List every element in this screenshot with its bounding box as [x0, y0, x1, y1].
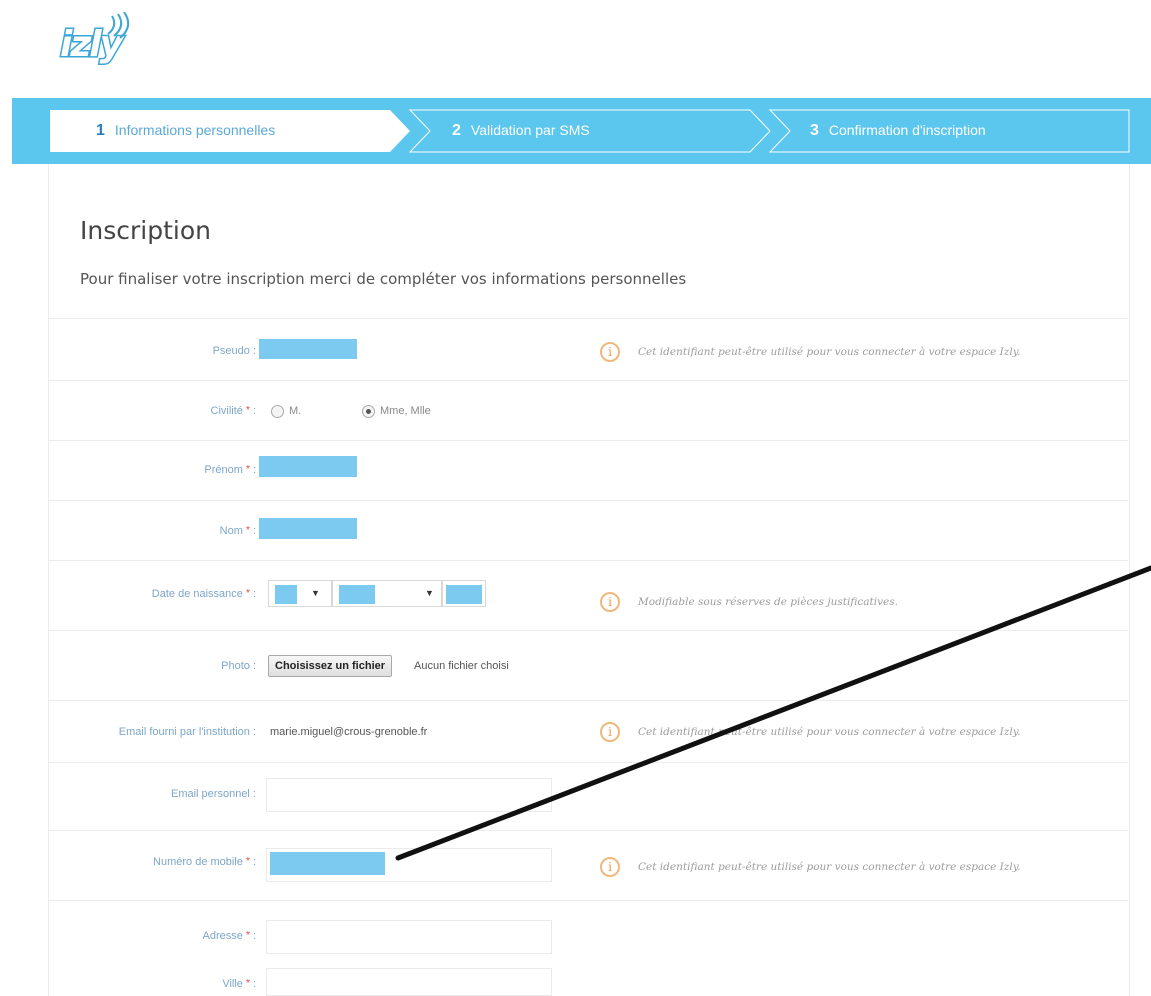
- email-institution-label: Email fourni par l'institution :: [118, 726, 256, 738]
- prenom-label: Prénom * :: [204, 464, 256, 476]
- photo-label: Photo :: [221, 660, 256, 672]
- prenom-field-redacted[interactable]: [259, 456, 357, 477]
- file-status: Aucun fichier choisi: [414, 660, 509, 672]
- email-institution-hint: Cet identifiant peut-être utilisé pour v…: [638, 726, 1021, 738]
- step-1: 1 Informations personnelles: [96, 122, 275, 140]
- step-2: 2 Validation par SMS: [452, 122, 590, 140]
- pseudo-label: Pseudo :: [212, 345, 256, 357]
- birth-hint: Modifiable sous réserves de pièces justi…: [638, 596, 898, 608]
- row-divider: [48, 380, 1128, 381]
- row-divider: [48, 440, 1128, 441]
- civilite-label-text: Civilité: [210, 405, 243, 417]
- nom-field-redacted[interactable]: [259, 518, 357, 539]
- wireless-waves-icon: [107, 12, 130, 39]
- row-divider: [48, 318, 1128, 319]
- row-divider: [48, 700, 1128, 701]
- mobile-label: Numéro de mobile * :: [153, 856, 256, 868]
- nom-label-text: Nom: [219, 525, 243, 537]
- page-title: Inscription: [80, 216, 211, 245]
- label-colon: :: [252, 525, 256, 537]
- civilite-mme-label: Mme, Mlle: [380, 405, 431, 417]
- required-mark: *: [245, 978, 250, 989]
- email-personal-label: Email personnel :: [171, 788, 256, 800]
- page-subtitle: Pour finaliser votre inscription merci d…: [80, 270, 687, 288]
- izly-logo[interactable]: izly: [58, 12, 140, 82]
- row-divider: [48, 830, 1128, 831]
- row-divider: [48, 560, 1128, 561]
- ville-label: Ville * :: [222, 978, 256, 990]
- email-personal-input[interactable]: [266, 778, 552, 812]
- ville-input[interactable]: [266, 968, 552, 996]
- birth-month-redacted: [339, 585, 375, 604]
- label-colon: :: [252, 588, 256, 600]
- info-icon: i: [600, 722, 620, 742]
- birth-label: Date de naissance * :: [152, 588, 256, 600]
- required-mark: *: [245, 525, 250, 536]
- mobile-hint: Cet identifiant peut-être utilisé pour v…: [638, 861, 1021, 873]
- required-mark: *: [245, 856, 250, 867]
- row-divider: [48, 900, 1128, 901]
- step-2-label: Validation par SMS: [470, 122, 590, 138]
- pseudo-hint: Cet identifiant peut-être utilisé pour v…: [638, 346, 1021, 358]
- birth-year-redacted: [446, 585, 482, 604]
- required-mark: *: [245, 405, 250, 416]
- label-colon: :: [252, 405, 256, 417]
- label-colon: :: [252, 930, 256, 942]
- civilite-m-radio[interactable]: [271, 405, 284, 418]
- required-mark: *: [245, 588, 250, 599]
- required-mark: *: [245, 464, 250, 475]
- mobile-field-redacted: [270, 852, 385, 875]
- label-colon: :: [252, 464, 256, 476]
- label-colon: :: [252, 856, 256, 868]
- pseudo-field-redacted[interactable]: [259, 339, 357, 359]
- info-icon: i: [600, 857, 620, 877]
- caret-down-icon: ▼: [425, 588, 434, 598]
- row-divider: [48, 762, 1128, 763]
- birth-label-text: Date de naissance: [151, 588, 243, 600]
- nom-label: Nom * :: [220, 525, 256, 537]
- birth-day-redacted: [275, 585, 297, 604]
- step-3-label: Confirmation d'inscription: [828, 122, 986, 138]
- adresse-label-text: Adresse: [202, 930, 243, 942]
- step-2-number: 2: [452, 122, 461, 139]
- adresse-input[interactable]: [266, 920, 552, 954]
- email-institution-value: marie.miguel@crous-grenoble.fr: [270, 726, 428, 738]
- row-divider: [48, 630, 1128, 631]
- step-3-number: 3: [810, 122, 819, 139]
- step-1-label: Informations personnelles: [114, 122, 276, 138]
- prenom-label-text: Prénom: [204, 464, 243, 476]
- info-icon: i: [600, 342, 620, 362]
- choose-file-button[interactable]: Choisissez un fichier: [268, 655, 393, 677]
- step-1-number: 1: [96, 122, 105, 139]
- info-icon: i: [600, 592, 620, 612]
- label-colon: :: [252, 978, 256, 990]
- civilite-label: Civilité * :: [211, 405, 257, 417]
- caret-down-icon: ▼: [311, 588, 320, 598]
- adresse-label: Adresse * :: [203, 930, 256, 942]
- step-3: 3 Confirmation d'inscription: [810, 122, 986, 140]
- wizard-steps: 1 Informations personnelles 2 Validation…: [12, 98, 1151, 164]
- row-divider: [48, 500, 1128, 501]
- required-mark: *: [245, 930, 250, 941]
- civilite-mme-radio[interactable]: [362, 405, 375, 418]
- ville-label-text: Ville: [222, 978, 243, 990]
- mobile-label-text: Numéro de mobile: [153, 856, 243, 868]
- civilite-m-label: M.: [289, 405, 302, 417]
